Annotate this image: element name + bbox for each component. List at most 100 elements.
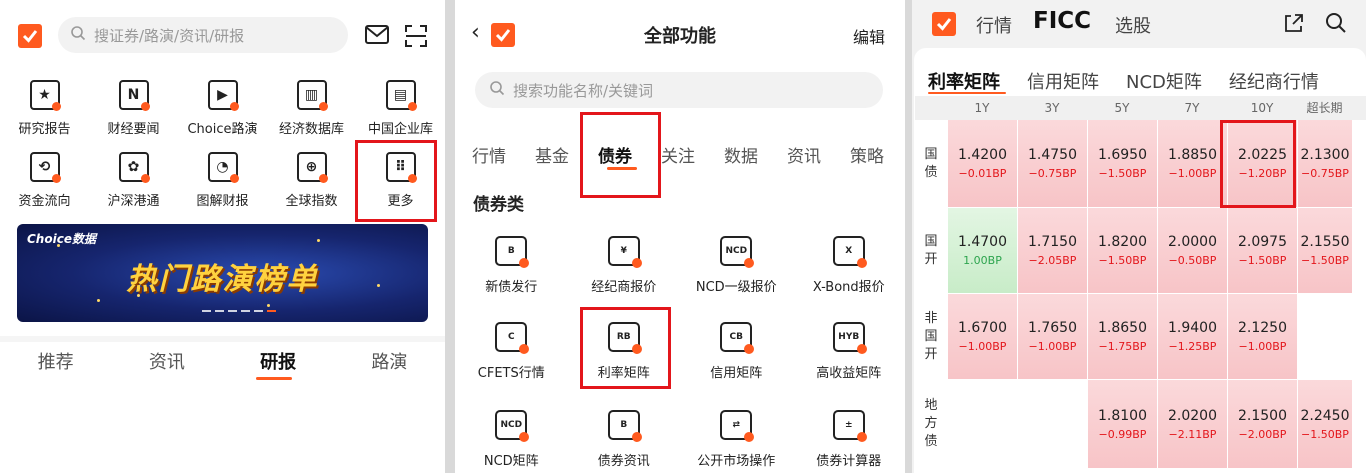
bp-change: −0.75BP	[1301, 167, 1349, 180]
feature-credit-matrix[interactable]: CB 信用矩阵	[680, 322, 793, 381]
matrix-cell[interactable]: 2.0000 −0.50BP	[1157, 208, 1227, 293]
open-market-icon: ⇄	[720, 410, 755, 442]
matrix-tab-2[interactable]: NCD矩阵	[1126, 68, 1202, 94]
matrix-tab-0[interactable]: 利率矩阵	[928, 68, 1000, 94]
tab-0[interactable]: 推荐	[0, 348, 111, 374]
category-tab-6[interactable]: 策略	[850, 142, 884, 167]
accent-dot	[744, 258, 755, 268]
category-tab-5[interactable]: 资讯	[787, 142, 821, 167]
matrix-cell[interactable]: 1.7150 −2.05BP	[1017, 208, 1087, 293]
matrix-cell[interactable]: 2.0975 −1.50BP	[1227, 208, 1297, 293]
bp-change: −0.01BP	[958, 167, 1007, 180]
search-placeholder: 搜证券/路演/资讯/研报	[94, 26, 245, 45]
search-icon[interactable]	[1324, 11, 1348, 39]
feature-broker-quote[interactable]: ¥ 经纪商报价	[568, 236, 681, 295]
yield-value: 1.8100	[1098, 407, 1147, 424]
matrix-cell[interactable]: 2.2450 −1.50BP	[1297, 380, 1352, 468]
matrix-row: 国开 1.4700 1.00BP 1.7150 −2.05BP 1.8200 −1.50BP…	[915, 208, 1366, 293]
scan-icon[interactable]	[404, 24, 430, 48]
matrix-cell[interactable]: 1.4200 −0.01BP	[947, 120, 1017, 207]
matrix-cell[interactable]: 1.7650 −1.00BP	[1017, 294, 1087, 379]
feature-finance-news[interactable]: N 财经要闻	[89, 80, 178, 137]
feature-globe[interactable]: ⊕ 全球指数	[267, 152, 356, 209]
matrix-cell[interactable]: 1.4700 1.00BP	[947, 208, 1017, 293]
matrix-cell[interactable]: 1.9400 −1.25BP	[1157, 294, 1227, 379]
feature-high-yield-matrix[interactable]: HYB 高收益矩阵	[793, 322, 906, 381]
nav-ficc[interactable]: FICC	[1033, 8, 1091, 34]
bp-change: −1.00BP	[1238, 340, 1287, 353]
mail-icon[interactable]	[364, 24, 390, 48]
matrix-tabs: 利率矩阵 信用矩阵 NCD矩阵 经纪商行情	[928, 68, 1346, 94]
category-tab-1[interactable]: 基金	[535, 142, 569, 167]
feature-hk-connect[interactable]: ✿ 沪深港通	[89, 152, 178, 209]
feature-search-input[interactable]: 搜索功能名称/关键词	[475, 72, 883, 108]
bp-change: −0.50BP	[1168, 254, 1217, 267]
tab-1[interactable]: 资讯	[111, 348, 222, 374]
high-yield-matrix-icon: HYB	[832, 322, 867, 354]
share-icon[interactable]	[1282, 11, 1306, 39]
feature-new-bond[interactable]: B 新债发行	[455, 236, 568, 295]
feature-company-library[interactable]: ▤ 中国企业库	[356, 80, 445, 137]
nav-market[interactable]: 行情	[976, 12, 1012, 38]
feature-ncd-quote[interactable]: NCD NCD一级报价	[680, 236, 793, 295]
category-tab-4[interactable]: 数据	[724, 142, 758, 167]
matrix-cell[interactable]: 1.8100 −0.99BP	[1087, 380, 1157, 468]
feature-financial-chart[interactable]: ◔ 图解财报	[178, 152, 267, 209]
feature-bond-news[interactable]: B 债券资讯	[568, 410, 681, 469]
matrix-cell[interactable]: 1.6950 −1.50BP	[1087, 120, 1157, 207]
header-corner	[915, 96, 947, 120]
row-label: 国开	[915, 208, 947, 293]
feature-cfets[interactable]: C CFETS行情	[455, 322, 568, 381]
row-label-char: 国	[924, 233, 938, 249]
accent-dot	[318, 102, 328, 111]
feature-research-report[interactable]: ★ 研究报告	[0, 80, 89, 137]
column-header: 1Y	[974, 101, 990, 115]
matrix-cell[interactable]: 1.8850 −1.00BP	[1157, 120, 1227, 207]
active-tab-underline	[928, 92, 1006, 94]
feature-open-market[interactable]: ⇄ 公开市场操作	[680, 410, 793, 469]
matrix-cell[interactable]: 1.8650 −1.75BP	[1087, 294, 1157, 379]
feature-label: 公开市场操作	[697, 454, 776, 469]
feature-ncd-matrix[interactable]: NCD NCD矩阵	[455, 410, 568, 469]
row-label-char: 国	[924, 146, 938, 162]
tab-3[interactable]: 路演	[334, 348, 445, 374]
accent-dot	[631, 258, 642, 268]
feature-label: NCD一级报价	[695, 280, 777, 295]
highlight-box-more	[355, 140, 437, 222]
matrix-cell[interactable]: 2.1550 −1.50BP	[1297, 208, 1352, 293]
highlight-box-rate-matrix	[580, 307, 671, 389]
feature-fund-flow[interactable]: ⟲ 资金流向	[0, 152, 89, 209]
feature-label: 沪深港通	[107, 194, 160, 209]
feature-roadshow-play[interactable]: ▶ Choice路演	[178, 80, 267, 137]
matrix-cell[interactable]: 1.4750 −0.75BP	[1017, 120, 1087, 207]
matrix-cell[interactable]: 2.1500 −2.00BP	[1227, 380, 1297, 468]
feature-bond-calculator[interactable]: ± 债券计算器	[793, 410, 906, 469]
edit-button[interactable]: 编辑	[853, 24, 885, 48]
banner-title: 热门路演榜单	[126, 262, 319, 297]
category-tab-0[interactable]: 行情	[472, 142, 506, 167]
bond-feature-row-1: B 新债发行 ¥ 经纪商报价 NCD NCD一级报价 X X-Bond报价	[455, 236, 905, 295]
matrix-tab-1[interactable]: 信用矩阵	[1027, 68, 1099, 94]
bp-change: −0.99BP	[1098, 427, 1147, 441]
search-input[interactable]: 搜证券/路演/资讯/研报	[58, 17, 348, 53]
roadshow-banner[interactable]: Choice数据 热门路演榜单	[17, 224, 428, 322]
matrix-cell[interactable]: 1.8200 −1.50BP	[1087, 208, 1157, 293]
nav-stock-picker[interactable]: 选股	[1115, 12, 1151, 38]
bond-news-icon: B	[607, 410, 642, 442]
column-header: 7Y	[1184, 101, 1200, 115]
economic-database-icon: ▥	[296, 80, 328, 111]
matrix-cell[interactable]: 1.6700 −1.00BP	[947, 294, 1017, 379]
matrix-cell[interactable]: 2.1250 −1.00BP	[1227, 294, 1297, 379]
search-icon	[489, 80, 505, 100]
matrix-cell[interactable]: 2.0200 −2.11BP	[1157, 380, 1227, 468]
bond-feature-row-3: NCD NCD矩阵 B 债券资讯 ⇄ 公开市场操作 ± 债券计算器	[455, 410, 905, 469]
tab-2[interactable]: 研报	[223, 348, 334, 374]
matrix-cell[interactable]: 2.1300 −0.75BP	[1297, 120, 1352, 207]
feature-xbond-quote[interactable]: X X-Bond报价	[793, 236, 906, 295]
yield-value: 1.8200	[1098, 234, 1147, 250]
row-label-char: 开	[924, 251, 938, 267]
feature-economic-database[interactable]: ▥ 经济数据库	[267, 80, 356, 137]
matrix-tab-3[interactable]: 经纪商行情	[1229, 68, 1319, 94]
bp-change: −0.75BP	[1028, 167, 1077, 180]
category-tab-3[interactable]: 关注	[661, 142, 695, 167]
